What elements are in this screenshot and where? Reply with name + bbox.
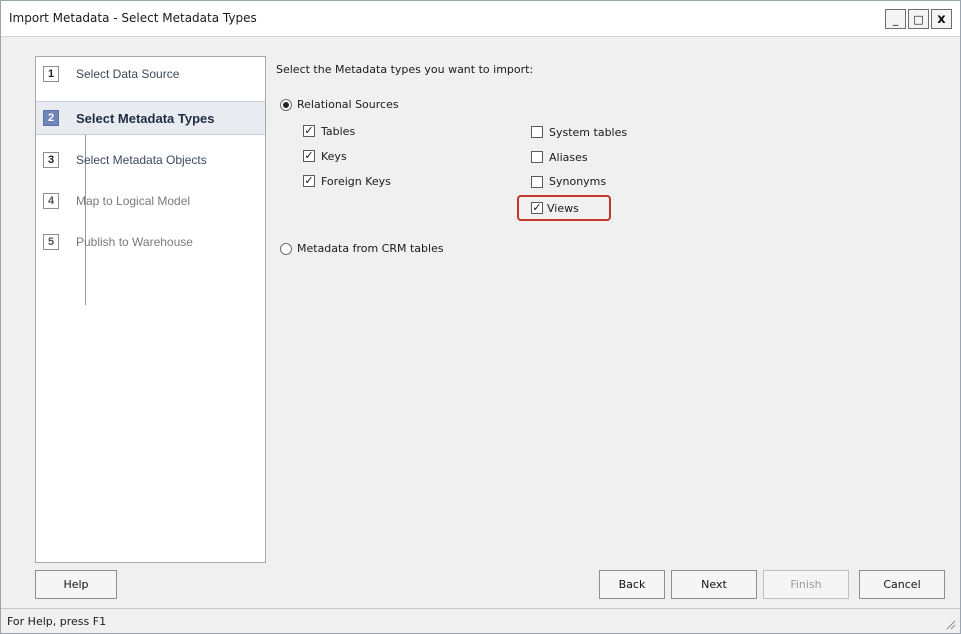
title-bar[interactable]: Import Metadata - Select Metadata Types …: [1, 1, 960, 37]
tables-label[interactable]: Tables: [321, 125, 355, 138]
crm-tables-radio[interactable]: [280, 243, 292, 255]
aliases-label[interactable]: Aliases: [549, 151, 588, 164]
back-button[interactable]: Back: [599, 570, 665, 599]
step-number: 5: [43, 234, 59, 250]
foreign-keys-checkbox[interactable]: ✓: [303, 175, 315, 187]
status-text: For Help, press F1: [7, 615, 107, 628]
step-number: 3: [43, 152, 59, 168]
maximize-button[interactable]: □: [908, 9, 929, 29]
keys-checkbox[interactable]: ✓: [303, 150, 315, 162]
views-checkbox[interactable]: ✓: [531, 202, 543, 214]
help-button[interactable]: Help: [35, 570, 117, 599]
step-map-to-logical-model: 4 Map to Logical Model: [36, 184, 265, 218]
step-number: 1: [43, 66, 59, 82]
system-tables-label[interactable]: System tables: [549, 126, 627, 139]
synonyms-checkbox[interactable]: [531, 176, 543, 188]
step-select-data-source[interactable]: 1 Select Data Source: [36, 57, 265, 91]
system-tables-checkbox[interactable]: [531, 126, 543, 138]
aliases-checkbox[interactable]: [531, 151, 543, 163]
step-number: 2: [43, 110, 59, 126]
keys-label[interactable]: Keys: [321, 150, 347, 163]
step-label: Select Metadata Types: [76, 110, 215, 126]
crm-tables-label[interactable]: Metadata from CRM tables: [297, 242, 444, 255]
step-label: Map to Logical Model: [76, 194, 191, 208]
tables-checkbox[interactable]: ✓: [303, 125, 315, 137]
status-bar: For Help, press F1: [1, 608, 960, 633]
finish-button: Finish: [763, 570, 849, 599]
relational-sources-label[interactable]: Relational Sources: [297, 98, 399, 111]
next-button[interactable]: Next: [671, 570, 757, 599]
step-publish-to-warehouse: 5 Publish to Warehouse: [36, 225, 265, 259]
close-button[interactable]: x: [931, 9, 952, 29]
metadata-types-prompt: Select the Metadata types you want to im…: [276, 63, 534, 76]
step-label: Publish to Warehouse: [76, 235, 193, 249]
resize-grip-icon[interactable]: [944, 618, 956, 630]
synonyms-label[interactable]: Synonyms: [549, 175, 606, 188]
step-select-metadata-types[interactable]: 2 Select Metadata Types: [36, 101, 265, 135]
cancel-button[interactable]: Cancel: [859, 570, 945, 599]
window-controls: _ □ x: [885, 9, 952, 29]
foreign-keys-label[interactable]: Foreign Keys: [321, 175, 391, 188]
step-number: 4: [43, 193, 59, 209]
step-label: Select Data Source: [76, 67, 180, 81]
window-title: Import Metadata - Select Metadata Types: [9, 11, 257, 25]
minimize-button[interactable]: _: [885, 9, 906, 29]
import-metadata-dialog: Import Metadata - Select Metadata Types …: [0, 0, 961, 634]
wizard-steps-panel: 1 Select Data Source 2 Select Metadata T…: [35, 56, 266, 563]
step-select-metadata-objects[interactable]: 3 Select Metadata Objects: [36, 143, 265, 177]
relational-sources-radio[interactable]: [280, 99, 292, 111]
views-label[interactable]: Views: [547, 202, 579, 215]
step-label: Select Metadata Objects: [76, 153, 207, 167]
